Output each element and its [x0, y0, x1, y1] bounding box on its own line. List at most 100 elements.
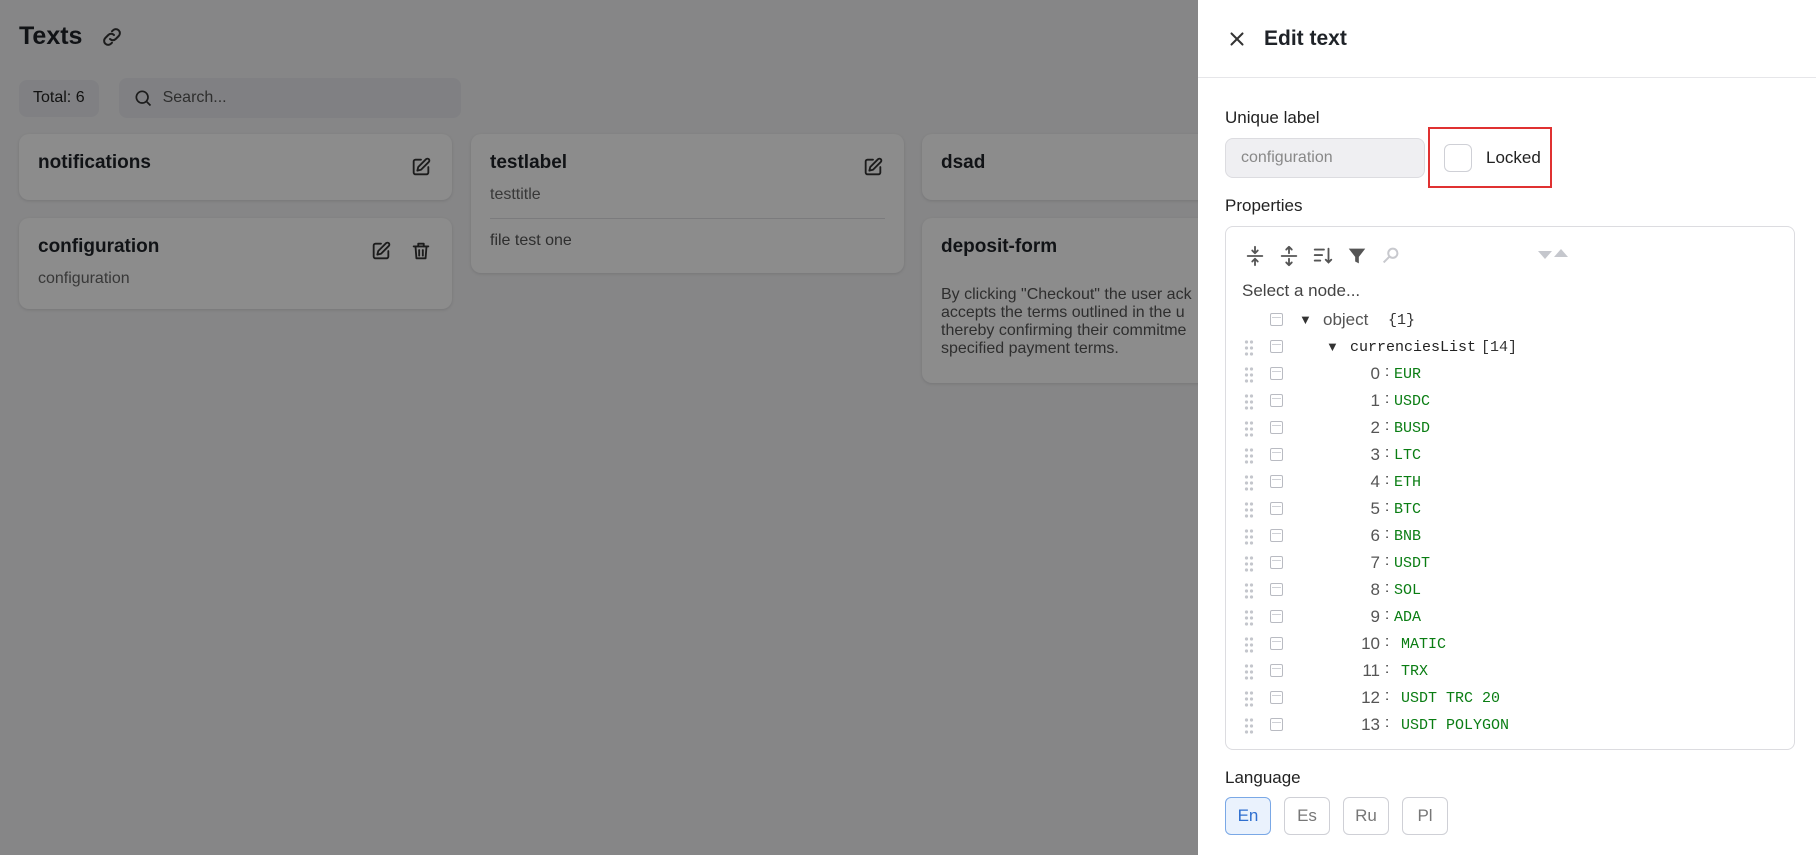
- tree-row-item[interactable]: 13: USDT POLYGON: [1226, 714, 1794, 737]
- collapse-all-icon[interactable]: [1278, 245, 1300, 267]
- tree-index: 9: [1370, 607, 1380, 626]
- tree-value[interactable]: ETH: [1394, 474, 1421, 491]
- language-button-es[interactable]: Es: [1284, 797, 1330, 835]
- row-menu-icon[interactable]: [1270, 394, 1283, 407]
- row-menu-icon[interactable]: [1270, 556, 1283, 569]
- unique-label-input[interactable]: [1225, 138, 1425, 178]
- drag-handle-icon[interactable]: [1244, 528, 1254, 546]
- tree-colon: :: [1385, 633, 1390, 650]
- tree-count: {1}: [1388, 312, 1416, 329]
- tree-row-item[interactable]: 4: ETH: [1226, 471, 1794, 494]
- row-menu-icon[interactable]: [1270, 340, 1283, 353]
- language-button-pl[interactable]: Pl: [1402, 797, 1448, 835]
- row-menu-icon[interactable]: [1270, 718, 1283, 731]
- row-menu-icon[interactable]: [1270, 313, 1283, 326]
- locked-toggle[interactable]: Locked: [1428, 127, 1552, 188]
- tree-value[interactable]: EUR: [1394, 366, 1421, 383]
- tree-colon: :: [1385, 471, 1390, 488]
- language-selector: En Es Ru Pl: [1225, 797, 1448, 835]
- close-icon[interactable]: [1226, 28, 1248, 50]
- sort-desc-icon[interactable]: [1538, 251, 1552, 259]
- collapse-triangle-icon[interactable]: ▼: [1299, 312, 1312, 327]
- tree-row-item[interactable]: 5: BTC: [1226, 498, 1794, 521]
- language-button-en[interactable]: En: [1225, 797, 1271, 835]
- row-menu-icon[interactable]: [1270, 583, 1283, 596]
- drag-handle-icon[interactable]: [1244, 690, 1254, 708]
- tree-value[interactable]: BNB: [1394, 528, 1421, 545]
- row-menu-icon[interactable]: [1270, 502, 1283, 515]
- drag-handle-icon[interactable]: [1244, 339, 1254, 357]
- search-tree-icon[interactable]: [1380, 245, 1402, 267]
- tree-colon: :: [1385, 579, 1390, 596]
- language-button-ru[interactable]: Ru: [1343, 797, 1389, 835]
- tree-row-item[interactable]: 10: MATIC: [1226, 633, 1794, 656]
- locked-checkbox[interactable]: [1444, 143, 1472, 172]
- tree-colon: :: [1385, 444, 1390, 461]
- tree-toolbar: [1244, 245, 1402, 267]
- tree-colon: :: [1385, 417, 1390, 434]
- tree-value[interactable]: SOL: [1394, 582, 1421, 599]
- drag-handle-icon[interactable]: [1244, 474, 1254, 492]
- tree-colon: :: [1385, 363, 1390, 380]
- tree-value[interactable]: USDT: [1394, 555, 1430, 572]
- collapse-triangle-icon[interactable]: ▼: [1326, 339, 1339, 354]
- tree-index: 6: [1370, 526, 1380, 545]
- tree-value[interactable]: MATIC: [1401, 636, 1446, 653]
- filter-icon[interactable]: [1346, 245, 1368, 267]
- locked-label: Locked: [1486, 147, 1541, 167]
- drag-handle-icon[interactable]: [1244, 366, 1254, 384]
- tree-row-item[interactable]: 0: EUR: [1226, 363, 1794, 386]
- row-menu-icon[interactable]: [1270, 421, 1283, 434]
- row-menu-icon[interactable]: [1270, 448, 1283, 461]
- drag-handle-icon[interactable]: [1244, 663, 1254, 681]
- drag-handle-icon[interactable]: [1244, 636, 1254, 654]
- tree-index: 2: [1370, 418, 1380, 437]
- tree-value[interactable]: TRX: [1401, 663, 1428, 680]
- row-menu-icon[interactable]: [1270, 664, 1283, 677]
- drawer-title: Edit text: [1264, 26, 1347, 50]
- drag-handle-icon[interactable]: [1244, 420, 1254, 438]
- tree-value[interactable]: USDT TRC 20: [1401, 690, 1500, 707]
- tree-value[interactable]: BUSD: [1394, 420, 1430, 437]
- tree-row-item[interactable]: 8: SOL: [1226, 579, 1794, 602]
- sort-asc-icon[interactable]: [1554, 249, 1568, 257]
- row-menu-icon[interactable]: [1270, 367, 1283, 380]
- tree-row-root[interactable]: ▼ object {1}: [1226, 310, 1794, 332]
- drag-handle-icon[interactable]: [1244, 609, 1254, 627]
- tree-row-item[interactable]: 12: USDT TRC 20: [1226, 687, 1794, 710]
- drag-handle-icon[interactable]: [1244, 447, 1254, 465]
- tree-row-item[interactable]: 3: LTC: [1226, 444, 1794, 467]
- tree-index: 5: [1370, 499, 1380, 518]
- tree-value[interactable]: ADA: [1394, 609, 1421, 626]
- tree-row-currencies-list[interactable]: ▼ currenciesList [14]: [1226, 337, 1794, 359]
- tree-row-item[interactable]: 2: BUSD: [1226, 417, 1794, 440]
- tree-row-item[interactable]: 6: BNB: [1226, 525, 1794, 548]
- expand-all-icon[interactable]: [1244, 245, 1266, 267]
- drag-handle-icon[interactable]: [1244, 582, 1254, 600]
- drawer-header: Edit text: [1198, 0, 1816, 78]
- tree-value[interactable]: USDC: [1394, 393, 1430, 410]
- tree-index: 8: [1370, 580, 1380, 599]
- json-tree-editor: Select a node... ▼ object {1} ▼ currenci…: [1225, 226, 1795, 750]
- sort-order-toggle[interactable]: [1538, 249, 1568, 259]
- tree-row-item[interactable]: 11: TRX: [1226, 660, 1794, 683]
- tree-colon: :: [1385, 606, 1390, 623]
- tree-value[interactable]: LTC: [1394, 447, 1421, 464]
- row-menu-icon[interactable]: [1270, 691, 1283, 704]
- tree-count: [14]: [1481, 339, 1518, 356]
- row-menu-icon[interactable]: [1270, 529, 1283, 542]
- drag-handle-icon[interactable]: [1244, 717, 1254, 735]
- tree-index: 12: [1361, 688, 1380, 707]
- drag-handle-icon[interactable]: [1244, 501, 1254, 519]
- tree-row-item[interactable]: 9: ADA: [1226, 606, 1794, 629]
- row-menu-icon[interactable]: [1270, 637, 1283, 650]
- tree-row-item[interactable]: 1: USDC: [1226, 390, 1794, 413]
- tree-value[interactable]: BTC: [1394, 501, 1421, 518]
- drag-handle-icon[interactable]: [1244, 555, 1254, 573]
- tree-value[interactable]: USDT POLYGON: [1401, 717, 1509, 734]
- row-menu-icon[interactable]: [1270, 475, 1283, 488]
- sort-icon[interactable]: [1312, 245, 1334, 267]
- tree-row-item[interactable]: 7: USDT: [1226, 552, 1794, 575]
- drag-handle-icon[interactable]: [1244, 393, 1254, 411]
- row-menu-icon[interactable]: [1270, 610, 1283, 623]
